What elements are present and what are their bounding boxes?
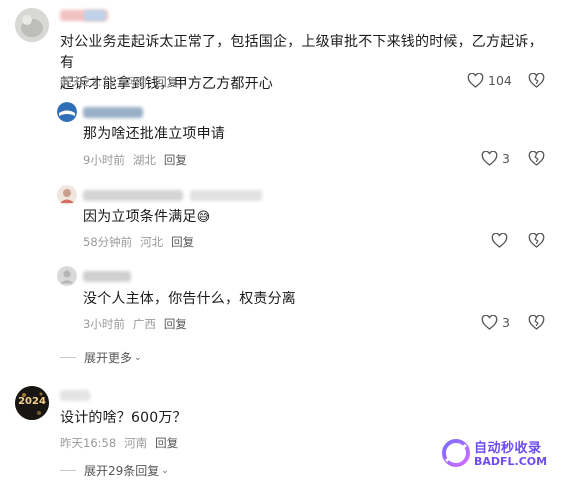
comment-meta: 3小时前 广西 回复 (83, 316, 195, 332)
avatar[interactable]: 2024 (15, 386, 49, 420)
reply-button[interactable]: 回复 (155, 75, 178, 89)
comment-location: 广西 (132, 317, 156, 331)
comment-text: 没个人主体，你告什么，权责分离 (83, 291, 296, 307)
reply-button[interactable]: 回复 (155, 436, 178, 450)
broken-heart-icon (528, 73, 545, 88)
watermark-logo: 自动秒收录 BADFL.COM (440, 435, 550, 473)
expand-more-button[interactable]: 展开更多 ⌄ (60, 349, 142, 366)
avatar[interactable] (57, 266, 77, 286)
expand-replies-button[interactable]: 展开29条回复 ⌄ (60, 462, 169, 479)
expand-more-label: 展开更多 (84, 351, 133, 365)
broken-heart-icon (528, 233, 545, 248)
comment-time: 3小时前 (83, 317, 125, 331)
dislike-button[interactable] (528, 151, 545, 166)
like-count: 3 (502, 315, 510, 330)
watermark-line2: BADFL.COM (474, 455, 548, 468)
username-blurred[interactable] (83, 190, 183, 201)
username-blurred[interactable] (83, 107, 143, 118)
comment-meta: 58分钟前 河北 回复 (83, 234, 202, 250)
comment-time: 昨天16:58 (60, 436, 117, 450)
reply-button[interactable]: 回复 (164, 317, 187, 331)
heart-outline-icon (467, 73, 484, 88)
like-button[interactable]: 104 (467, 73, 512, 88)
comment-time: 9小时前 (83, 153, 125, 167)
chevron-down-icon: ⌄ (134, 352, 142, 363)
watermark-icon (442, 439, 470, 467)
comment-text: 因为立项条件满足😅 (83, 209, 211, 225)
avatar[interactable] (15, 8, 49, 42)
like-button[interactable] (491, 233, 508, 248)
like-count: 104 (488, 73, 512, 88)
comment-time: 58分钟前 (83, 235, 133, 249)
broken-heart-icon (528, 151, 545, 166)
reply-button[interactable]: 回复 (171, 235, 194, 249)
avatar[interactable] (57, 102, 77, 122)
username-blurred[interactable] (83, 271, 131, 282)
comment-meta: 9小时前 湖北 回复 (83, 152, 195, 168)
divider (60, 357, 76, 358)
expand-replies-label: 展开29条回复 (84, 464, 160, 478)
username-blurred[interactable] (60, 390, 90, 401)
like-button[interactable]: 3 (481, 151, 510, 166)
comment-time: 昨天23:12 (60, 75, 117, 89)
comment-location: 河南 (124, 75, 148, 89)
username-blurred-part (84, 10, 106, 21)
avatar-2024-text: 2024 (18, 396, 46, 407)
username-blurred-part (190, 190, 262, 201)
comment-meta: 昨天16:58 河南 回复 (60, 435, 186, 451)
watermark-line1: 自动秒收录 (474, 441, 542, 456)
like-count: 3 (502, 151, 510, 166)
emoji-sweat-smile: 😅 (196, 210, 211, 225)
broken-heart-icon (528, 315, 545, 330)
comment-location: 湖北 (132, 153, 156, 167)
heart-outline-icon (481, 151, 498, 166)
heart-outline-icon (491, 233, 508, 248)
comment-text: 设计的啥？600万？ (60, 410, 187, 426)
dislike-button[interactable] (528, 315, 545, 330)
chevron-down-icon: ⌄ (161, 465, 169, 476)
comment-text: 那为啥还批准立项申请 (83, 126, 225, 142)
divider (60, 470, 76, 471)
like-button[interactable]: 3 (481, 315, 510, 330)
comment-location: 河南 (124, 436, 148, 450)
dislike-button[interactable] (528, 233, 545, 248)
avatar[interactable] (57, 185, 77, 205)
heart-outline-icon (481, 315, 498, 330)
comment-meta: 昨天23:12 河南 回复 (60, 74, 186, 90)
reply-button[interactable]: 回复 (164, 153, 187, 167)
comment-location: 河北 (140, 235, 164, 249)
dislike-button[interactable] (528, 73, 545, 88)
